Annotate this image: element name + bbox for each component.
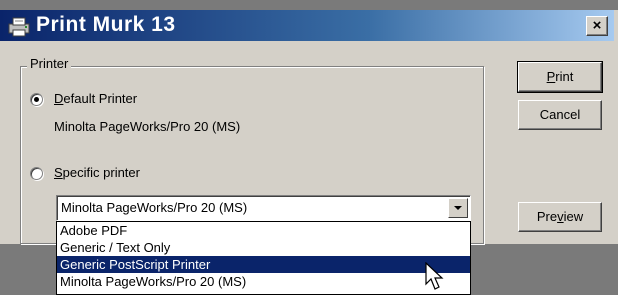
dropdown-option[interactable]: Generic / Text Only: [57, 239, 470, 256]
default-printer-radio[interactable]: [30, 93, 43, 106]
mouse-pointer-icon: [425, 262, 444, 290]
close-button[interactable]: ×: [586, 16, 608, 36]
printer-select-value: Minolta PageWorks/Pro 20 (MS): [61, 200, 248, 215]
dropdown-option[interactable]: Minolta PageWorks/Pro 20 (MS): [57, 273, 470, 290]
cancel-button[interactable]: Cancel: [518, 100, 602, 130]
window-title: Print Murk 13: [36, 13, 176, 36]
print-button[interactable]: Print: [517, 61, 603, 93]
title-bar[interactable]: Print Murk 13 ×: [0, 10, 614, 41]
dropdown-option-selected[interactable]: Generic PostScript Printer: [57, 256, 470, 273]
specific-printer-radio[interactable]: [30, 167, 43, 180]
preview-button[interactable]: Preview: [518, 202, 602, 232]
close-icon: ×: [592, 17, 602, 34]
default-printer-name: Minolta PageWorks/Pro 20 (MS): [54, 119, 241, 134]
printer-group-label: Printer: [27, 56, 72, 71]
specific-printer-label[interactable]: Specific printer: [54, 165, 140, 180]
printer-select[interactable]: Minolta PageWorks/Pro 20 (MS): [56, 195, 471, 221]
dropdown-option[interactable]: Adobe PDF: [57, 222, 470, 239]
chevron-down-icon[interactable]: [448, 198, 468, 218]
printer-dropdown-list: Adobe PDF Generic / Text Only Generic Po…: [56, 221, 471, 295]
printer-icon: [8, 17, 30, 37]
default-printer-label[interactable]: Default Printer: [54, 91, 137, 106]
